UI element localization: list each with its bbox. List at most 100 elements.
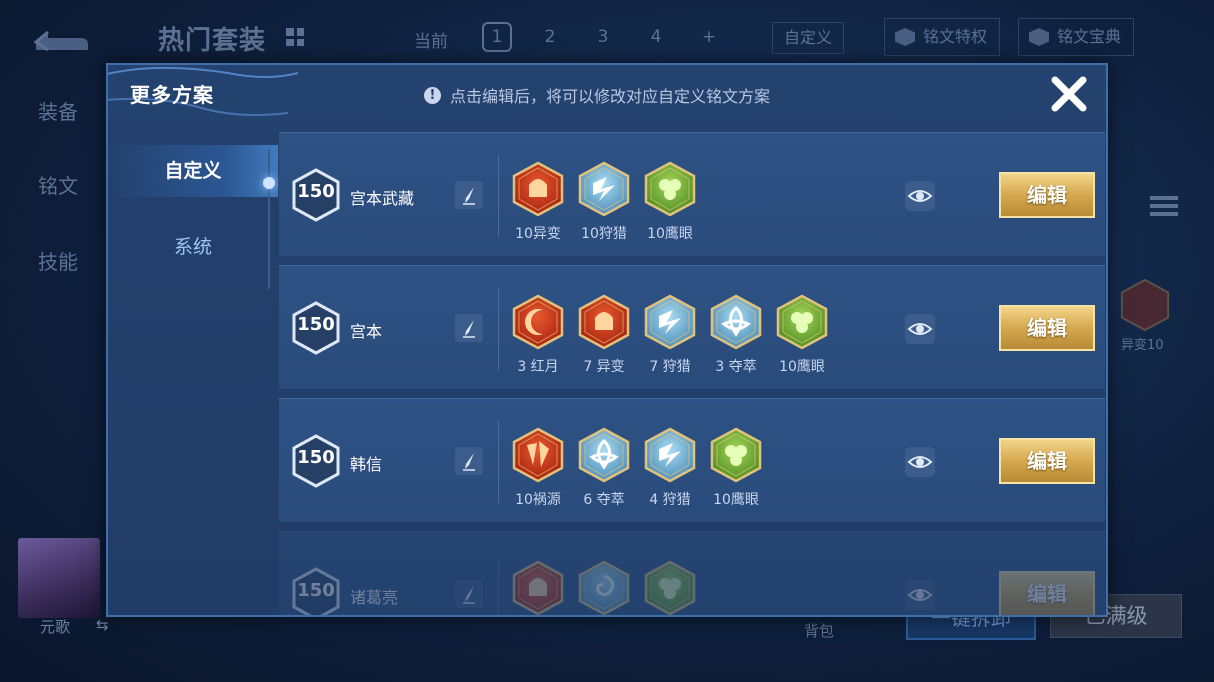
rename-icon[interactable] xyxy=(455,447,483,475)
rune-icon xyxy=(644,294,696,350)
codex-icon xyxy=(1029,28,1049,46)
rune-label: 10狩猎 xyxy=(581,226,627,242)
rune-item[interactable]: 10异变 xyxy=(505,161,571,251)
rename-icon[interactable] xyxy=(455,580,483,608)
rune-ghost-icon xyxy=(1120,278,1170,332)
rune-item[interactable]: 10祸源 xyxy=(505,427,571,517)
rune-label: 10鹰眼 xyxy=(647,226,693,242)
bag-label[interactable]: 背包 xyxy=(804,620,834,641)
edit-button[interactable]: 编辑 xyxy=(999,438,1095,484)
rune-icon xyxy=(578,427,630,483)
eye-icon[interactable] xyxy=(905,181,935,211)
side-tab-equipment[interactable]: 装备 xyxy=(38,96,78,125)
plan-name: 诸葛亮 xyxy=(350,588,399,607)
rune-icon xyxy=(644,161,696,217)
rename-icon[interactable] xyxy=(455,314,483,342)
rune-label: 4 狩猎 xyxy=(649,492,691,508)
eye-icon[interactable] xyxy=(905,580,935,610)
plan-row: 150 宫本 3 红月 7 异变 7 狩猎 3 夺萃 10鹰眼 编辑 xyxy=(279,265,1105,389)
hint: ! 点击编辑后，将可以修改对应自定义铭文方案 xyxy=(424,83,770,107)
hint-text: 点击编辑后，将可以修改对应自定义铭文方案 xyxy=(450,87,771,106)
edit-button[interactable]: 编辑 xyxy=(999,172,1095,218)
hero-portrait[interactable] xyxy=(18,538,100,618)
level-text: 150 xyxy=(297,580,335,601)
rune-icon xyxy=(512,161,564,217)
rune-ghost-label: 异变10 xyxy=(1121,338,1164,353)
page-tab-4[interactable]: 4 xyxy=(641,22,671,52)
close-icon[interactable] xyxy=(1048,73,1090,115)
privilege-label: 铭文特权 xyxy=(923,27,988,46)
divider xyxy=(498,288,499,370)
custom-button[interactable]: 自定义 xyxy=(772,22,844,54)
rune-icon xyxy=(512,294,564,350)
rune-item[interactable]: 3 红月 xyxy=(505,294,571,384)
rune-label: 3 夺萃 xyxy=(715,359,757,375)
rune-label: 7 狩猎 xyxy=(649,359,691,375)
rune-item[interactable]: 10鹰眼 xyxy=(703,427,769,517)
plan-name: 韩信 xyxy=(350,455,383,474)
rune-label: 10祸源 xyxy=(515,492,561,508)
rune-icon xyxy=(578,560,630,615)
rune-item[interactable]: 6 夺萃 xyxy=(571,427,637,517)
rune-item[interactable] xyxy=(505,560,571,615)
page-tab-3[interactable]: 3 xyxy=(588,22,618,52)
rune-item[interactable]: 10鹰眼 xyxy=(637,161,703,251)
add-page-button[interactable]: + xyxy=(694,22,724,52)
level-text: 150 xyxy=(297,181,335,202)
tab-custom[interactable]: 自定义 xyxy=(108,145,278,197)
modal-title: 更多方案 xyxy=(130,83,214,107)
swap-icon[interactable]: ⇆ xyxy=(96,616,109,634)
rune-item[interactable]: 7 异变 xyxy=(571,294,637,384)
rename-icon[interactable] xyxy=(455,181,483,209)
page-tab-2[interactable]: 2 xyxy=(535,22,565,52)
rune-icon xyxy=(710,294,762,350)
rune-privilege-button[interactable]: 铭文特权 xyxy=(884,18,1001,56)
current-label: 当前 xyxy=(414,32,448,52)
rune-item[interactable] xyxy=(637,560,703,615)
rune-item[interactable]: 10鹰眼 xyxy=(769,294,835,384)
divider xyxy=(498,554,499,615)
edit-button[interactable]: 编辑 xyxy=(999,571,1095,615)
plan-row: 150 诸葛亮 编辑 xyxy=(279,531,1105,615)
rune-icon xyxy=(644,560,696,615)
level-text: 150 xyxy=(297,314,335,335)
list-icon[interactable] xyxy=(1150,196,1178,226)
back-arrow-icon[interactable] xyxy=(30,22,94,56)
rune-label: 10鹰眼 xyxy=(779,359,825,375)
edit-button[interactable]: 编辑 xyxy=(999,305,1095,351)
level-text: 150 xyxy=(297,447,335,468)
more-plans-modal: 更多方案 ! 点击编辑后，将可以修改对应自定义铭文方案 自定义 系统 150 宫本… xyxy=(106,63,1108,617)
rune-list: 3 红月 7 异变 7 狩猎 3 夺萃 10鹰眼 xyxy=(505,294,835,384)
grid-icon[interactable] xyxy=(286,28,304,46)
rune-icon xyxy=(644,427,696,483)
suit-title: 热门套装 xyxy=(158,26,267,56)
rune-codex-button[interactable]: 铭文宝典 xyxy=(1018,18,1135,56)
rune-item[interactable]: 3 夺萃 xyxy=(703,294,769,384)
rune-item[interactable]: 7 狩猎 xyxy=(637,294,703,384)
side-tab-runes[interactable]: 铭文 xyxy=(38,170,78,199)
tab-system[interactable]: 系统 xyxy=(108,221,278,273)
divider xyxy=(498,421,499,503)
rune-icon xyxy=(710,427,762,483)
top-bar: 热门套装 当前 1 2 3 4 + 自定义 铭文特权 铭文宝典 xyxy=(0,0,1214,70)
rune-list: 10祸源 6 夺萃 4 狩猎 10鹰眼 xyxy=(505,427,769,517)
plan-row: 150 宫本武藏 10异变 10狩猎 10鹰眼 编辑 xyxy=(279,132,1105,256)
rune-icon xyxy=(578,294,630,350)
rune-item[interactable]: 10狩猎 xyxy=(571,161,637,251)
rune-icon xyxy=(776,294,828,350)
side-tab-skills[interactable]: 技能 xyxy=(38,246,78,275)
rune-icon xyxy=(512,427,564,483)
rune-label: 6 夺萃 xyxy=(583,492,625,508)
rune-label: 3 红月 xyxy=(517,359,559,375)
rune-label: 7 异变 xyxy=(583,359,625,375)
plan-name: 宫本武藏 xyxy=(350,189,415,208)
eye-icon[interactable] xyxy=(905,447,935,477)
eye-icon[interactable] xyxy=(905,314,935,344)
rune-item[interactable] xyxy=(571,560,637,615)
modal-header: 更多方案 ! 点击编辑后，将可以修改对应自定义铭文方案 xyxy=(108,65,1106,121)
tab-indicator-dot xyxy=(263,177,275,189)
page-tab-1[interactable]: 1 xyxy=(482,22,512,52)
rune-item[interactable]: 4 狩猎 xyxy=(637,427,703,517)
rune-list xyxy=(505,560,703,615)
codex-label: 铭文宝典 xyxy=(1057,27,1122,46)
